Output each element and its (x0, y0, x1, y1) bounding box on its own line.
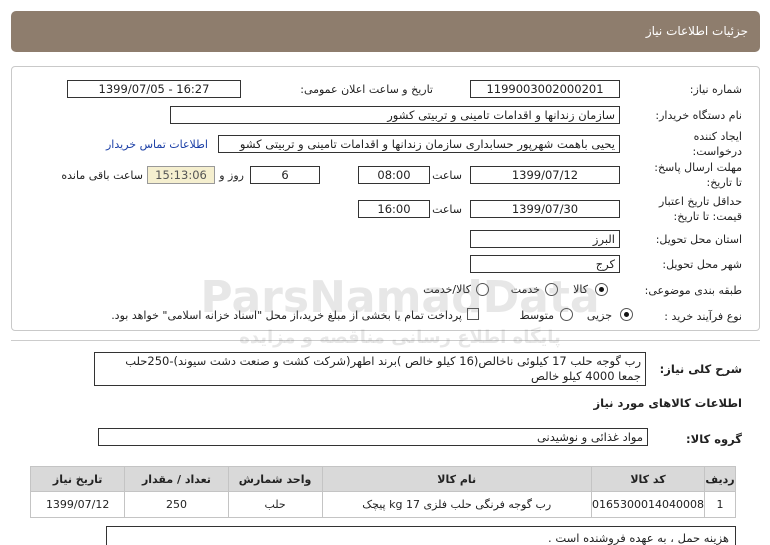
cell-quantity: 250 (124, 491, 229, 518)
buyer-contact-link[interactable]: اطلاعات تماس خریدار (106, 138, 208, 151)
province-field: البرز (470, 230, 620, 248)
treasury-payment-note: پرداخت تمام یا بخشی از مبلغ خرید،از محل … (111, 309, 462, 322)
creator-field: یحیی باهمت شهرپور حسابداری سازمان زندانه… (218, 135, 620, 153)
process-option-minor: جزیی (586, 309, 612, 322)
process-option-medium: متوسط (519, 309, 554, 322)
treasury-payment-checkbox[interactable] (467, 308, 479, 320)
page-title: جزئیات اطلاعات نیاز (645, 24, 748, 38)
buyer-note: هزینه حمل ، به عهده فروشنده است . (106, 526, 736, 545)
col-unit: واحد شمارش (227, 466, 323, 492)
goods-section-title: اطلاعات کالاهای مورد نیاز (593, 396, 742, 410)
col-goods-name: نام کالا (321, 466, 592, 492)
city-field: کرج (470, 255, 620, 273)
description-label: شرح کلی نیاز: (659, 362, 742, 376)
city-label: شهر محل تحویل: (662, 258, 742, 271)
buyer-label: نام دستگاه خریدار: (655, 109, 742, 122)
days-remaining-field: 6 (250, 166, 320, 184)
section-divider (11, 340, 760, 341)
category-option-goods: کالا (573, 283, 588, 296)
need-number-field: 1199003002000201 (470, 80, 620, 98)
category-option-service: خدمت (510, 283, 540, 296)
deadline-label-2: تا تاریخ: (706, 176, 742, 189)
cell-unit: حلب (227, 491, 323, 518)
category-option-goods-service: کالا/خدمت (423, 283, 471, 296)
process-label: نوع فرآیند خرید : (664, 310, 742, 323)
col-row: ردیف (703, 466, 737, 492)
validity-label-2: قیمت: تا تاریخ: (673, 210, 742, 223)
cell-goods-name: رب گوجه فرنگی حلب فلزی 17 kg پیچک (321, 491, 592, 518)
col-quantity: تعداد / مقدار (124, 466, 229, 492)
days-label: روز و (219, 169, 244, 182)
buyer-note-text: هزینه حمل ، به عهده فروشنده است . (548, 531, 729, 545)
description-field: رب گوجه حلب 17 کیلوئی ناخالص(16 کیلو خال… (94, 352, 646, 386)
creator-label-1: ایجاد کننده (693, 130, 742, 143)
category-label: طبقه بندی موضوعی: (644, 284, 742, 297)
deadline-time-field: 08:00 (358, 166, 430, 184)
process-radio-minor[interactable] (620, 308, 633, 321)
deadline-label-1: مهلت ارسال پاسخ: (654, 161, 742, 174)
goods-table: تاریخ نیاز تعداد / مقدار واحد شمارش نام … (29, 466, 737, 518)
announce-datetime-field: 1399/07/05 - 16:27 (67, 80, 241, 98)
table-header-row: تاریخ نیاز تعداد / مقدار واحد شمارش نام … (29, 466, 737, 492)
goods-group-field: مواد غذائی و نوشیدنی (98, 428, 648, 446)
category-radio-service[interactable] (545, 283, 558, 296)
validity-date-field: 1399/07/30 (470, 200, 620, 218)
remaining-time-field: 15:13:06 (147, 166, 215, 184)
process-radio-medium[interactable] (560, 308, 573, 321)
validity-time-field: 16:00 (358, 200, 430, 218)
table-row: 1399/07/12 250 حلب رب گوجه فرنگی حلب فلز… (29, 491, 737, 518)
col-need-date: تاریخ نیاز (29, 466, 126, 492)
cell-need-date: 1399/07/12 (29, 491, 126, 518)
province-label: استان محل تحویل: (655, 233, 742, 246)
validity-time-label: ساعت (432, 203, 462, 216)
deadline-date-field: 1399/07/12 (470, 166, 620, 184)
page-header: جزئیات اطلاعات نیاز (11, 11, 760, 52)
goods-group-label: گروه کالا: (686, 432, 742, 446)
buyer-field: سازمان زندانها و اقدامات تامینی و تربیتی… (170, 106, 620, 124)
announce-label: تاریخ و ساعت اعلان عمومی: (300, 83, 433, 96)
cell-row-number: 1 (703, 491, 737, 518)
validity-label-1: حداقل تاریخ اعتبار (658, 195, 742, 208)
creator-label-2: درخواست: (692, 145, 742, 158)
cell-goods-code: 0165300014040008 (590, 491, 705, 518)
col-goods-code: کد کالا (590, 466, 705, 492)
category-radio-goods-service[interactable] (476, 283, 489, 296)
category-radio-goods[interactable] (595, 283, 608, 296)
need-number-label: شماره نیاز: (689, 83, 742, 96)
remaining-label: ساعت باقی مانده (61, 169, 143, 182)
deadline-time-label: ساعت (432, 169, 462, 182)
